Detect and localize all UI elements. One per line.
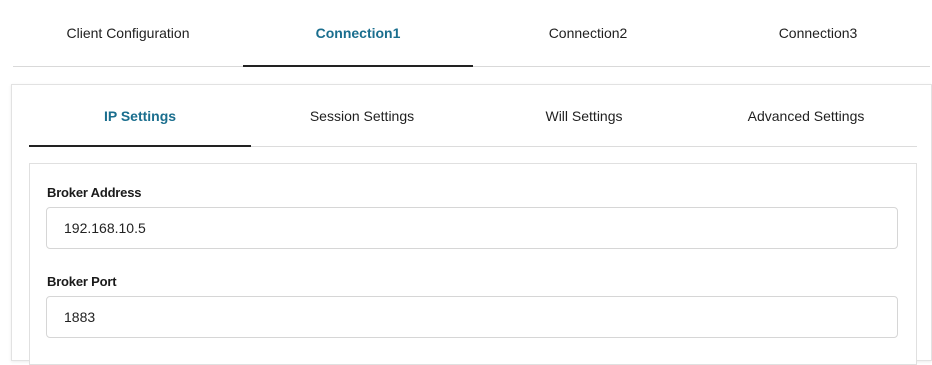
broker-port-input[interactable] [46,296,898,338]
tab-client-configuration[interactable]: Client Configuration [13,0,243,66]
connection-settings-panel: IP Settings Session Settings Will Settin… [11,84,932,365]
broker-address-label: Broker Address [47,185,142,200]
ip-settings-form: Broker Address Broker Port [29,163,917,365]
broker-port-label: Broker Port [47,274,117,289]
settings-tab-bar: IP Settings Session Settings Will Settin… [29,85,917,147]
tab-connection2[interactable]: Connection2 [473,0,703,66]
tab-advanced-settings[interactable]: Advanced Settings [695,85,917,146]
broker-address-input[interactable] [46,207,898,249]
tab-will-settings[interactable]: Will Settings [473,85,695,146]
tab-connection3[interactable]: Connection3 [703,0,932,66]
connection-tab-bar: Client Configuration Connection1 Connect… [13,0,930,67]
tab-connection1[interactable]: Connection1 [243,0,473,67]
tab-session-settings[interactable]: Session Settings [251,85,473,146]
tab-ip-settings[interactable]: IP Settings [29,85,251,147]
